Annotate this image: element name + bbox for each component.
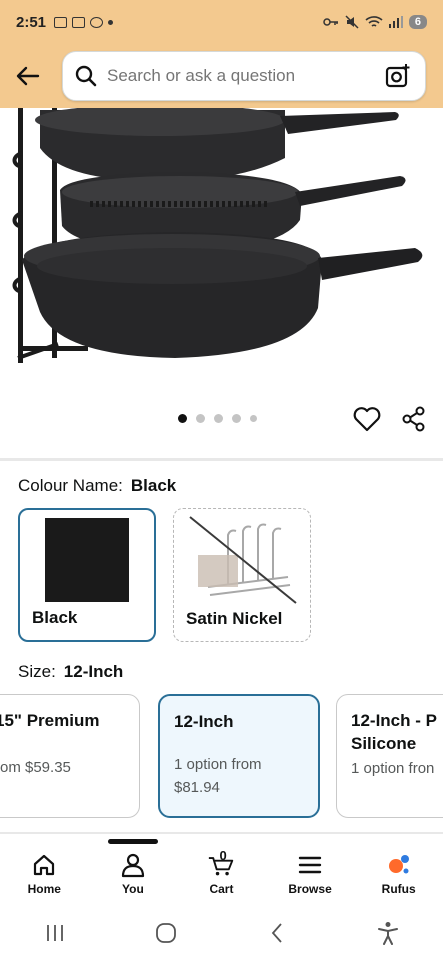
size-option-12-inch[interactable]: 12-Inch 1 option from $81.94 [158,694,320,818]
active-tab-indicator [108,839,158,844]
size-option-title: 12-Inch [174,712,234,731]
search-box[interactable] [62,51,426,101]
recent-apps-icon [47,925,64,941]
size-option-price: 1 option from $81.94 [174,756,262,796]
size-option-12-inch-silicone[interactable]: 12-Inch - P Silicone 1 option fron [336,694,443,818]
search-input[interactable] [107,66,383,86]
carousel-dot[interactable] [250,415,257,422]
nav-label: Browse [288,882,332,896]
rufus-icon [386,852,412,878]
size-option-price: rom $59.35 [0,759,71,776]
camera-icon [385,64,410,88]
key-icon [323,18,338,26]
cart-count-badge: 0 [219,848,227,863]
image-carousel-controls [0,400,443,456]
cart-icon: 0 [208,848,234,878]
size-label-text: Size: [18,662,56,681]
home-icon [31,852,57,878]
signal-icon [388,16,403,28]
section-divider [0,458,443,461]
colour-selected-value: Black [130,476,177,495]
carousel-dot[interactable] [214,414,223,423]
back-arrow-icon [16,66,40,86]
pan-rack-image [12,108,423,363]
size-option-title: 12-Inch - P Silicone [351,711,437,753]
battery-icon: 6 [408,15,427,29]
header [0,44,443,108]
colour-label-text: Colour Name: [18,476,123,495]
messenger-icon [90,16,104,28]
notification-icons [54,16,114,28]
recent-apps-button[interactable] [40,918,70,948]
swatch-name: Black [32,608,78,627]
home-circle-icon [156,923,177,943]
size-option-title: 15" Premium [0,711,100,730]
size-option-price: 1 option fron [351,760,435,777]
camera-search-button[interactable] [383,61,413,91]
back-button[interactable] [10,58,46,94]
share-button[interactable] [399,404,429,434]
heart-icon [353,407,381,432]
menu-icon [297,852,323,878]
accessibility-button[interactable] [373,918,403,948]
nav-rufus[interactable]: Rufus [354,846,443,902]
product-image[interactable] [0,108,443,400]
nav-label: Cart [209,882,234,896]
swatch-name: Satin Nickel [186,609,283,628]
size-option-15-premium[interactable]: 15" Premium rom $59.35 [0,694,140,818]
accessibility-icon [377,922,398,945]
carousel-dot[interactable] [178,414,187,423]
wishlist-button[interactable] [352,404,382,434]
bottom-navigation: Home You 0 Cart Browse Rufus [0,846,443,902]
size-label: Size: 12-Inch [18,662,123,682]
status-bar: 2:51 6 [0,0,443,44]
colour-swatch-black[interactable]: Black [18,508,156,642]
search-icon [75,65,97,87]
section-divider [0,832,443,834]
system-back-button[interactable] [262,918,292,948]
chevron-left-icon [271,923,282,943]
more-notifications-icon [108,19,114,25]
home-system-button[interactable] [151,918,181,948]
status-time: 2:51 [16,13,47,31]
mute-icon [345,15,359,29]
colour-label: Colour Name: Black [18,476,176,496]
status-right: 6 [323,15,427,29]
nav-you[interactable]: You [89,846,178,902]
black-swatch-image [45,518,129,602]
nav-label: Home [27,882,61,896]
nav-home[interactable]: Home [0,846,89,902]
screenshot-icon [54,16,68,28]
share-icon [402,406,425,432]
carousel-dots[interactable] [178,414,257,423]
carousel-dot[interactable] [196,414,205,423]
nav-browse[interactable]: Browse [266,846,355,902]
nav-label: Rufus [381,882,416,896]
wifi-icon [365,16,383,27]
user-icon [120,852,146,878]
nav-label: You [122,882,144,896]
nav-cart[interactable]: 0 Cart [177,846,266,902]
mail-icon [72,16,86,28]
colour-swatch-satin-nickel[interactable]: Satin Nickel [173,508,311,642]
size-selected-value: 12-Inch [63,662,124,681]
satin-nickel-rack-image [189,516,297,604]
carousel-dot[interactable] [232,414,241,423]
system-navigation-bar [0,906,443,960]
